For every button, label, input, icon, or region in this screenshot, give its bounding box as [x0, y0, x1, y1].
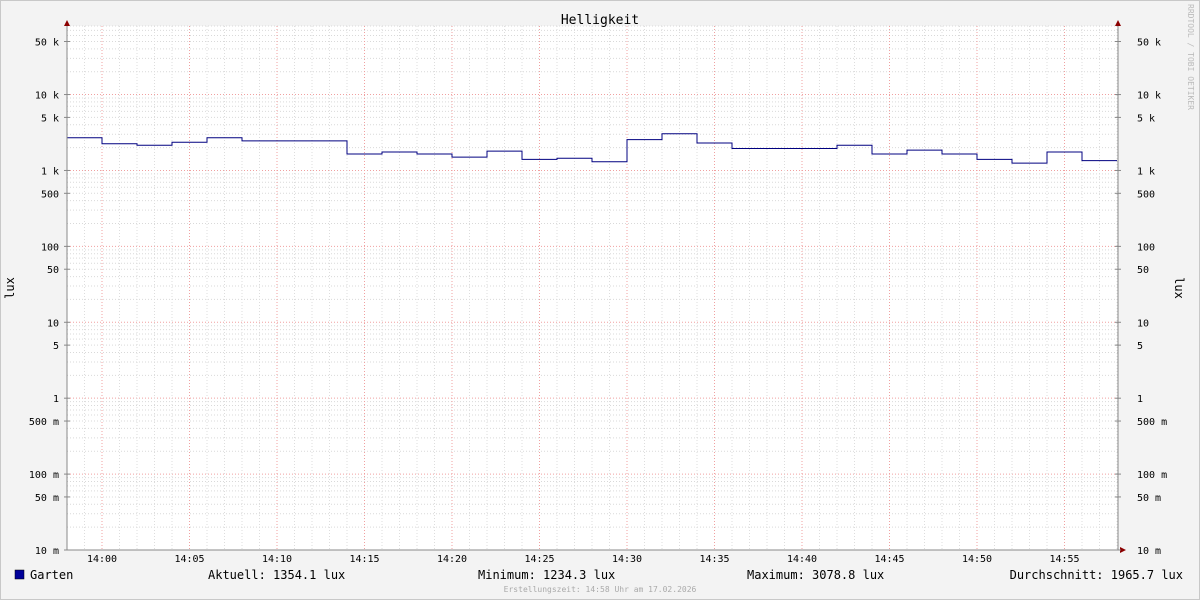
- y-tick-label-left: 1 k: [41, 166, 59, 177]
- y-tick-label-left: 50 k: [35, 37, 59, 48]
- y-tick-label-right: 100: [1137, 242, 1155, 253]
- y-tick-label-right: 10: [1137, 318, 1149, 329]
- x-tick-label: 14:45: [874, 554, 904, 565]
- y-tick-label-left: 100 m: [29, 470, 59, 481]
- stat-maximum: Maximum: 3078.8 lux: [747, 568, 884, 582]
- creation-timestamp: Erstellungszeit: 14:58 Uhr am 17.02.2026: [504, 585, 697, 594]
- y-tick-label-left: 50 m: [35, 493, 59, 504]
- y-tick-label-left: 5 k: [41, 113, 59, 124]
- y-tick-label-right: 50: [1137, 265, 1149, 276]
- y-axis-label-left: lux: [3, 277, 17, 299]
- x-tick-label: 14:50: [962, 554, 992, 565]
- legend-series-label: Garten: [30, 568, 73, 582]
- x-tick-label: 14:25: [524, 554, 554, 565]
- x-tick-label: 14:15: [349, 554, 379, 565]
- y-tick-label-right: 10 k: [1137, 91, 1161, 102]
- y-tick-label-left: 10: [47, 318, 59, 329]
- legend-swatch: [14, 569, 25, 580]
- y-tick-label-right: 1: [1137, 394, 1143, 405]
- x-tick-label: 14:05: [174, 554, 204, 565]
- x-tick-label: 14:30: [612, 554, 642, 565]
- y-tick-label-left: 500 m: [29, 417, 59, 428]
- x-tick-label: 14:40: [787, 554, 817, 565]
- y-tick-label-right: 100 m: [1137, 470, 1167, 481]
- y-tick-label-right: 500: [1137, 189, 1155, 200]
- y-tick-label-right: 50 m: [1137, 493, 1161, 504]
- stat-average: Durchschnitt: 1965.7 lux: [1010, 568, 1183, 582]
- x-tick-label: 14:35: [699, 554, 729, 565]
- y-tick-label-left: 10 m: [35, 546, 59, 557]
- stat-minimum: Minimum: 1234.3 lux: [478, 568, 615, 582]
- y-tick-label-left: 50: [47, 265, 59, 276]
- y-tick-label-left: 100: [41, 242, 59, 253]
- x-tick-label: 14:55: [1049, 554, 1079, 565]
- y-tick-label-right: 10 m: [1137, 546, 1161, 557]
- y-tick-label-right: 50 k: [1137, 37, 1161, 48]
- y-tick-label-right: 1 k: [1137, 166, 1155, 177]
- x-tick-label: 14:10: [262, 554, 292, 565]
- y-tick-label-right: 500 m: [1137, 417, 1167, 428]
- y-tick-label-left: 1: [53, 394, 59, 405]
- x-tick-label: 14:20: [437, 554, 467, 565]
- chart-canvas: 50 k 50 k 10 k 10 k 5 k 5 k 1 k 1 k 500 500 100 100…: [0, 0, 1200, 600]
- stat-current: Aktuell: 1354.1 lux: [208, 568, 345, 582]
- x-tick-label: 14:00: [87, 554, 117, 565]
- y-tick-label-left: 10 k: [35, 91, 59, 102]
- rrdtool-watermark: RRDTOOL / TOBI OETIKER: [1186, 4, 1195, 110]
- y-tick-label-left: 500: [41, 189, 59, 200]
- y-axis-label-right: lux: [1172, 277, 1186, 299]
- y-tick-label-right: 5: [1137, 341, 1143, 352]
- chart-title: Helligkeit: [561, 13, 639, 28]
- y-tick-label-left: 5: [53, 341, 59, 352]
- y-tick-label-right: 5 k: [1137, 113, 1155, 124]
